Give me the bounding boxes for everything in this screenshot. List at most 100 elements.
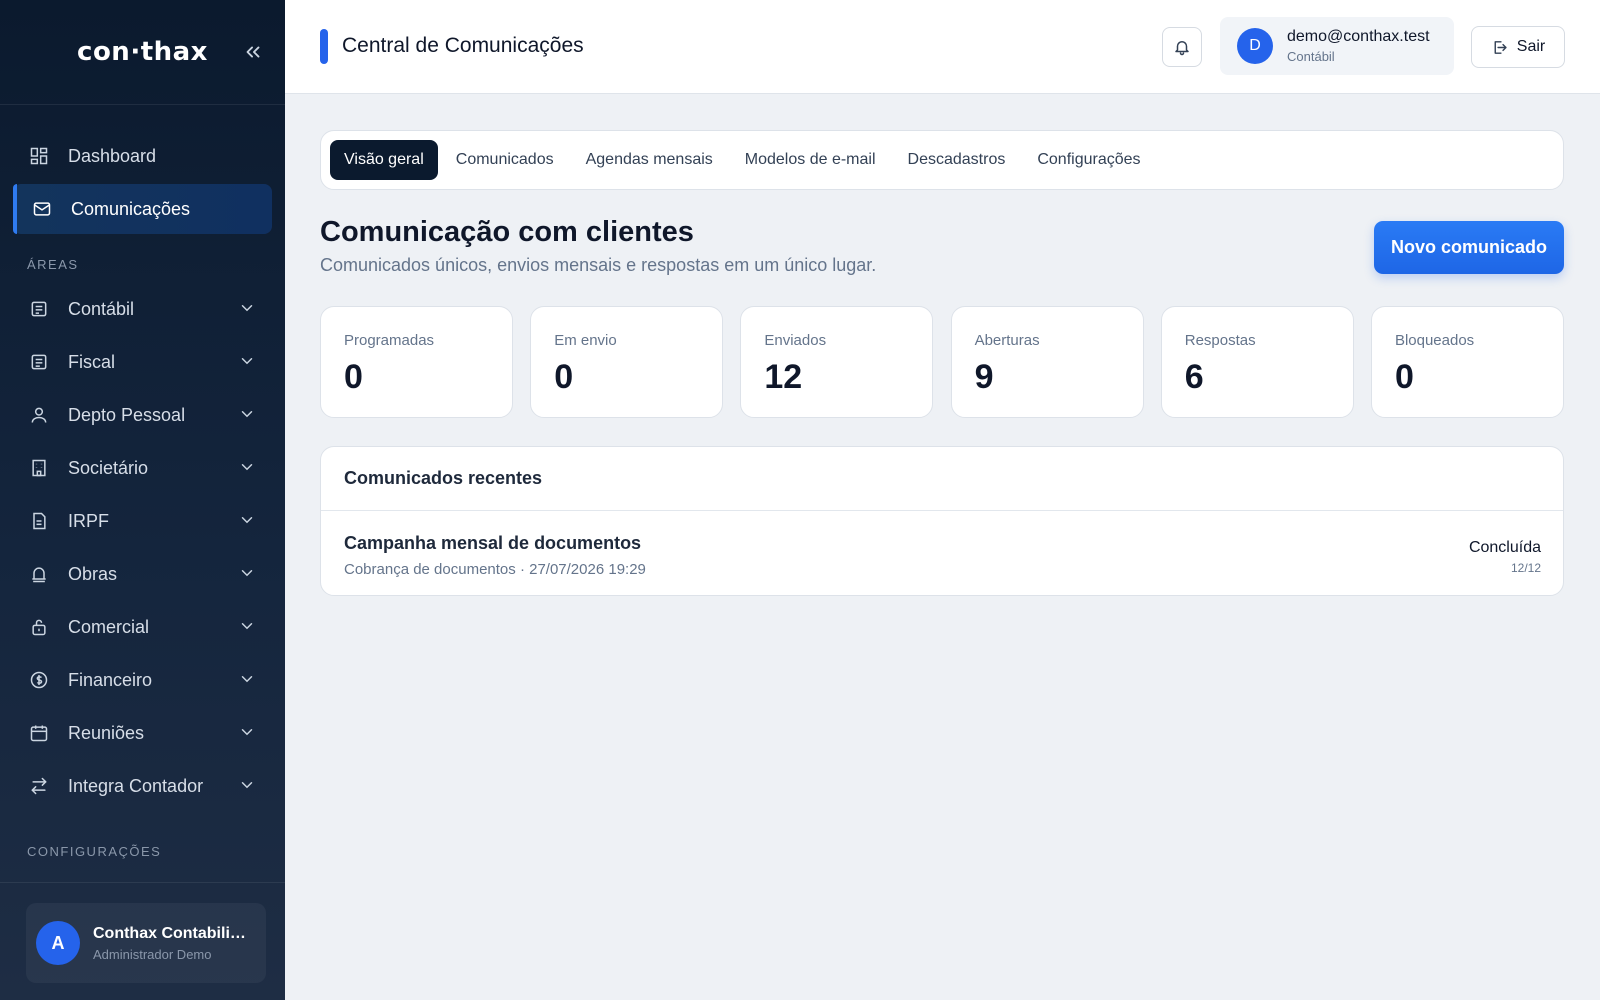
chevron-down-icon (241, 517, 253, 524)
sidebar-item-dashboard[interactable]: Dashboard (13, 131, 272, 181)
chevron-down-icon (241, 411, 253, 418)
top-header: Central de Comunicações D demo@conthax.t… (285, 0, 1600, 94)
chevron-down-icon (241, 676, 253, 683)
dashboard-icon (28, 145, 50, 167)
sidebar-item-comunicacoes[interactable]: Comunicações (13, 184, 272, 234)
stat-value: 12 (764, 358, 803, 396)
chevron-down-icon (241, 623, 253, 630)
user-card[interactable]: A Conthax Contabilidade Administrador De… (26, 903, 266, 983)
sidebar-item-label: Reuniões (68, 722, 145, 743)
briefcase-icon (28, 616, 50, 638)
logout-button[interactable]: Sair (1471, 26, 1565, 68)
chevron-down-icon (241, 464, 253, 471)
user-role: Administrador Demo (93, 946, 212, 962)
tab-descadastros[interactable]: Descadastros (894, 140, 1020, 180)
title-accent-bar (320, 29, 328, 64)
page-title: Comunicação com clientes (320, 216, 694, 248)
communication-title: Campanha mensal de documentos (344, 533, 642, 553)
sidebar-item-label: Contábil (68, 298, 135, 319)
avatar: A (36, 921, 80, 965)
stat-card-programadas: Programadas 0 (320, 306, 513, 418)
dollar-icon (28, 669, 50, 691)
stat-value: 0 (554, 358, 574, 396)
sidebar-item-label: Dashboard (68, 145, 157, 166)
logout-icon (1494, 40, 1507, 54)
chevron-down-icon (241, 305, 253, 312)
construction-icon (28, 563, 50, 585)
sidebar-item-label: IRPF (68, 510, 110, 531)
stat-card-bloqueados: Bloqueados 0 (1370, 306, 1564, 418)
sidebar-item-label: Comunicações (71, 198, 191, 219)
building-icon (28, 457, 50, 479)
stat-value: 0 (344, 358, 363, 396)
sidebar-item-reunioes[interactable]: Reuniões (13, 708, 272, 758)
sidebar-item-obras[interactable]: Obras (13, 549, 272, 599)
sidebar-item-label: Societário (68, 457, 149, 478)
communication-meta: Cobrança de documentos · 27/07/2026 19:2… (344, 561, 646, 578)
account-menu[interactable]: D demo@conthax.test Contábil (1220, 17, 1454, 75)
brand-logo: con·thax (77, 37, 208, 67)
bell-icon (1175, 41, 1189, 56)
recent-communications-panel: Comunicados recentes Campanha mensal de … (320, 446, 1564, 596)
sidebar-item-depto-pessoal[interactable]: Depto Pessoal (13, 390, 272, 440)
page-subtitle: Comunicados únicos, envios mensais e res… (320, 255, 877, 275)
stat-label: Em envio (554, 332, 617, 349)
sidebar: con·thax Dashboard Comunicações ÁREAS Co… (0, 0, 285, 1000)
sidebar-item-integra-contador[interactable]: Integra Contador (13, 761, 272, 811)
delivery-count: 12/12 (1510, 561, 1541, 575)
chevron-down-icon (241, 729, 253, 736)
calendar-icon (28, 722, 50, 744)
chevron-down-icon (241, 358, 253, 365)
sidebar-item-label: Integra Contador (68, 775, 204, 796)
tab-comunicados[interactable]: Comunicados (442, 140, 568, 180)
account-email: demo@conthax.test (1287, 28, 1430, 45)
swap-icon (28, 775, 50, 797)
config-section-label: CONFIGURAÇÕES (27, 844, 162, 859)
notifications-button[interactable] (1162, 27, 1202, 67)
stat-card-enviados: Enviados 12 (740, 306, 934, 418)
stat-card-aberturas: Aberturas 9 (950, 306, 1144, 418)
stat-value: 0 (1394, 358, 1414, 396)
stat-label: Programadas (344, 332, 435, 349)
tab-visao-geral[interactable]: Visão geral (330, 140, 438, 180)
header-title: Central de Comunicações (342, 34, 584, 57)
tab-configuracoes[interactable]: Configurações (1023, 140, 1154, 180)
user-name: Conthax Contabilidade (93, 924, 249, 942)
stat-card-respostas: Respostas 6 (1160, 306, 1354, 418)
brand-header: con·thax (0, 0, 285, 105)
sidebar-item-label: Comercial (68, 616, 150, 637)
double-chevron-left-icon (246, 46, 260, 58)
sidebar-item-fiscal[interactable]: Fiscal (13, 337, 272, 387)
account-role: Contábil (1287, 49, 1335, 64)
mail-icon (31, 198, 53, 220)
tab-modelos-email[interactable]: Modelos de e-mail (731, 140, 890, 180)
avatar: D (1237, 28, 1273, 64)
chevron-down-icon (241, 782, 253, 789)
new-communication-button[interactable]: Novo comunicado (1374, 221, 1564, 274)
sidebar-item-contabil[interactable]: Contábil (13, 284, 272, 334)
sidebar-item-societario[interactable]: Societário (13, 443, 272, 493)
tab-bar: Visão geral Comunicados Agendas mensais … (320, 130, 1564, 190)
sidebar-item-irpf[interactable]: IRPF (13, 496, 272, 546)
ledger-icon (28, 298, 50, 320)
stat-value: 9 (974, 358, 994, 396)
stat-label: Respostas (1184, 332, 1256, 349)
stat-label: Bloqueados (1394, 332, 1475, 349)
stats-row: Programadas 0 Em envio 0 Enviados 12 Abe… (320, 306, 1564, 418)
sidebar-item-label: Depto Pessoal (68, 404, 186, 425)
status-badge: Concluída (1468, 539, 1541, 556)
sidebar-item-label: Fiscal (68, 351, 116, 372)
logout-label: Sair (1516, 38, 1546, 55)
areas-section-label: ÁREAS (27, 257, 79, 272)
list-item[interactable]: Campanha mensal de documentos Cobrança d… (321, 511, 1563, 595)
tab-agendas-mensais[interactable]: Agendas mensais (572, 140, 727, 180)
collapse-sidebar-button[interactable] (239, 38, 267, 66)
sidebar-nav: Dashboard Comunicações ÁREAS Contábil Fi… (0, 105, 285, 871)
stat-label: Aberturas (974, 332, 1040, 349)
chevron-down-icon (241, 570, 253, 577)
panel-title: Comunicados recentes (321, 447, 1563, 511)
sidebar-item-comercial[interactable]: Comercial (13, 602, 272, 652)
stat-value: 6 (1184, 358, 1204, 396)
user-icon (28, 404, 50, 426)
sidebar-item-financeiro[interactable]: Financeiro (13, 655, 272, 705)
